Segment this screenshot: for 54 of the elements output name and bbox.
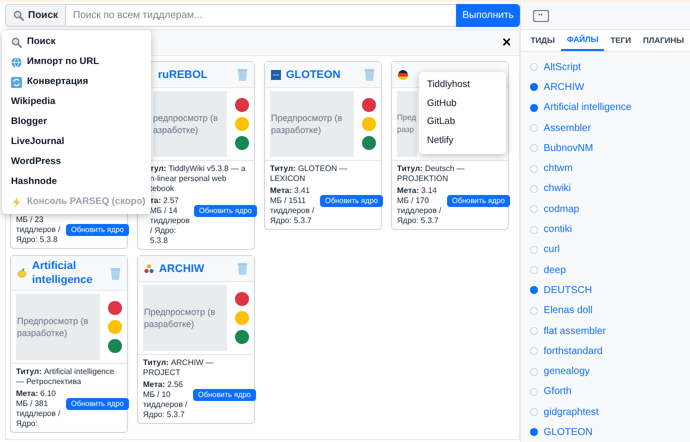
tab[interactable]: ФАЙЛЫ [560,30,604,51]
menu-item[interactable]: Поиск [2,32,151,52]
card-meta: Мета: 6.10 МБ / 381 тиддлеров / Ядро: [16,389,62,429]
menu-item[interactable]: Wikipedia [2,92,151,112]
file-link[interactable]: Elenas doll [544,303,593,318]
preview-text: Предпросмотр (в разработке) [144,306,216,330]
file-link[interactable]: curl [544,242,560,258]
file-link[interactable]: chwiki [544,181,571,196]
preview-text: Пред разр [397,112,417,136]
file-link[interactable]: flat assembler [544,324,606,338]
file-link[interactable]: codmap [544,202,580,217]
file-link[interactable]: genealogy [544,364,590,380]
card-description: Титул: Artificial intelligence — Ретроспектива [16,367,116,387]
menu-item[interactable]: Конвертация [2,72,151,92]
file-link[interactable]: ARCHIW [544,80,584,95]
search-field[interactable]: Поиск по всем тиддлерам... [66,4,456,27]
menu-item[interactable]: LiveJournal [2,132,151,152]
card-description: Титул: ARCHIW — PROJECT [143,358,215,378]
preview-text: Предпросмотр (в разработке) [17,315,90,339]
file-link[interactable]: Assembler [544,120,591,136]
file-link[interactable]: deep [544,262,566,278]
file-link[interactable]: forthstandard [544,344,603,359]
card-description: Титул: Deutsch — PROJEKTION [397,164,466,184]
tab[interactable]: ТЕГИ [604,30,637,51]
tab[interactable]: ПЛАГИНЫ [636,30,690,51]
file-link[interactable]: DEUTSCH [544,282,592,298]
menu-item[interactable]: Blogger [2,112,151,132]
file-link[interactable]: contiki [544,222,572,238]
card-meta: Мета: 3.14 МБ / 170 тиддлеров / Ядро: 5.3.7 [397,186,442,226]
search-scope-button[interactable]: Поиск [5,4,66,27]
menu-item[interactable]: Tiddlyhost [419,76,506,94]
menu-item[interactable]: Netlify [419,132,506,150]
menu-item[interactable]: WordPress [2,152,151,172]
run-button[interactable]: Выполнить [456,4,520,27]
menu-item: Консоль PARSEQ (скоро) [2,192,151,212]
card-meta: Мета: 3.41 МБ / 1511 тиддлеров / Ядро: 5.3.7 [270,186,316,226]
file-link[interactable]: gidgraphtest [544,404,599,420]
tab[interactable]: ТИДЫ [524,30,561,51]
card-meta: МБ / 23 тиддлеров / Ядро: 5.3.8 [16,215,62,245]
file-link[interactable]: GLOTEON [544,424,593,440]
menu-item[interactable]: Hashnode [2,172,151,192]
card-meta: Мета: 2.56 МБ / 10 тиддлеров / Ядро: 5.3.7 [143,380,188,420]
menu-item[interactable]: Импорт по URL [2,52,151,72]
file-link[interactable]: BubnovNM [544,140,594,156]
preview-text: Предпросмотр (в разработке) [271,112,344,136]
file-link[interactable]: AltScript [544,60,581,75]
file-link[interactable]: Artificial intelligence [544,100,632,116]
menu-item[interactable]: GitHub [419,94,506,113]
file-link[interactable]: Gforth [544,384,572,400]
file-link[interactable]: chtwm [544,161,573,176]
preview-text: редпросмотр (в азработке) [153,112,219,136]
card-description: Титул: GLOTEON — LEXICON [270,164,348,184]
close-button[interactable]: × [502,35,511,50]
menu-item[interactable]: GitLab [419,113,506,132]
